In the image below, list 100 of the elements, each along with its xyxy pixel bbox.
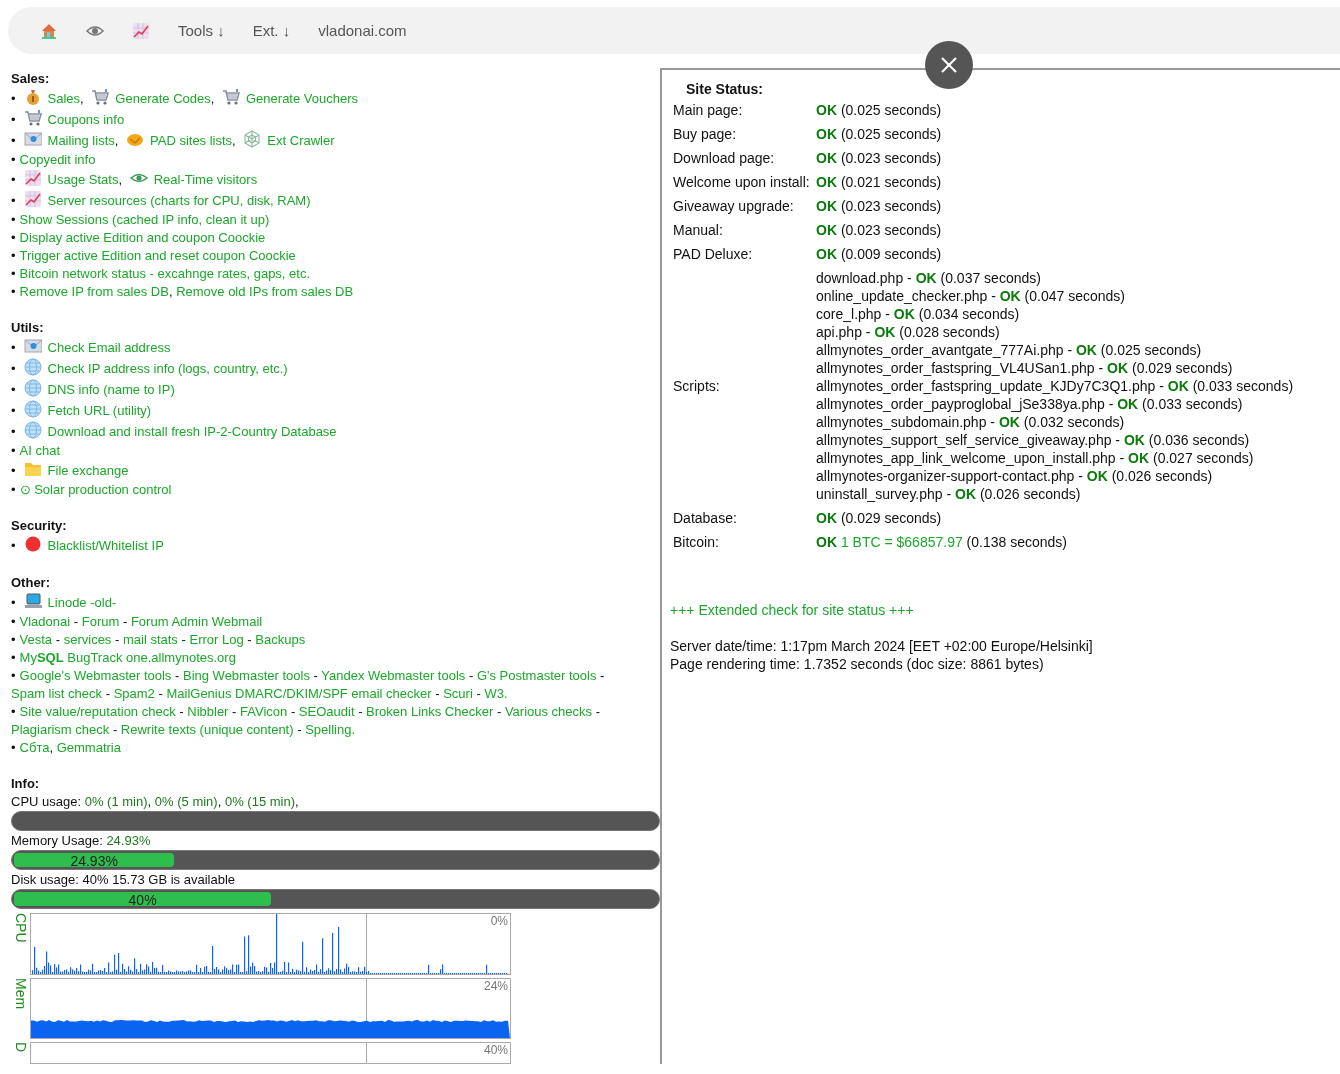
menu-link[interactable]: BugTrack xyxy=(67,650,123,665)
menu-link[interactable]: Spam list check xyxy=(11,686,103,701)
menu-link[interactable]: Vladonai xyxy=(19,614,71,629)
menu-link[interactable]: Generate Codes xyxy=(115,91,211,106)
menu-link[interactable]: Site value/reputation check xyxy=(19,704,176,719)
close-button[interactable] xyxy=(925,41,973,89)
script-name: online_update_checker.php xyxy=(816,288,988,304)
status-detail: (0.009 seconds) xyxy=(840,246,942,262)
menu-link[interactable]: Trigger active Edition and reset coupon Coockie xyxy=(19,248,296,263)
separator-text: - xyxy=(476,686,481,701)
separator-text: - xyxy=(1119,450,1125,466)
separator-text: - xyxy=(232,704,237,719)
menu-link[interactable]: Spelling. xyxy=(305,722,356,737)
separator-text: - xyxy=(105,686,110,701)
menu-link[interactable]: Server resources (charts for CPU, disk, RAM) xyxy=(47,193,311,208)
menu-link[interactable]: Remove old IPs from sales DB xyxy=(176,284,354,299)
house-icon[interactable] xyxy=(40,21,58,40)
menu-link[interactable]: Remove IP from sales DB xyxy=(19,284,169,299)
bullet: • xyxy=(11,133,16,148)
menu-link[interactable]: Google's Webmaster tools xyxy=(19,668,172,683)
menu-link[interactable]: Ext Crawler xyxy=(267,133,335,148)
menu-link[interactable]: ⊙ Solar production control xyxy=(19,482,172,497)
bullet: • xyxy=(11,668,16,683)
status-detail: (0.047 seconds) xyxy=(1024,288,1125,304)
status-detail: (0.025 seconds) xyxy=(1100,342,1202,358)
menu-link[interactable]: Coupons info xyxy=(47,112,125,127)
menu-link[interactable]: Scuri xyxy=(443,686,473,701)
bullet: • xyxy=(11,463,16,478)
status-ok: OK xyxy=(816,126,837,142)
separator-text: - xyxy=(358,704,363,719)
menu-link[interactable]: FAVicon xyxy=(240,704,288,719)
menu-link[interactable]: Mailing lists xyxy=(47,133,115,148)
menu-link[interactable]: Nibbler xyxy=(187,704,229,719)
status-ok: OK xyxy=(816,222,837,238)
menu-link[interactable]: W3. xyxy=(484,686,508,701)
status-label: Bitcoin: xyxy=(673,533,720,551)
menu-link[interactable]: Gemmatria xyxy=(56,740,121,755)
menu-link[interactable]: File exchange xyxy=(47,463,129,478)
menu-link[interactable]: Vesta xyxy=(19,632,53,647)
extended-check-link[interactable]: +++ Extended check for site status +++ xyxy=(670,602,914,618)
site-link[interactable]: vladonai.com xyxy=(318,21,407,40)
section-title: Other: xyxy=(11,574,51,592)
separator-text: , xyxy=(168,284,173,299)
spider-web-icon xyxy=(243,130,262,148)
menu-link[interactable]: Real-Time visitors xyxy=(153,172,258,187)
menu-link[interactable]: Generate Vouchers xyxy=(246,91,359,106)
menu-link[interactable]: services xyxy=(63,632,112,647)
dropdown-link[interactable]: Ext. ↓ xyxy=(252,21,291,40)
menu-link[interactable]: Plagiarism check xyxy=(11,722,110,737)
menu-link[interactable]: Linode -old- xyxy=(47,595,117,610)
chart-icon[interactable] xyxy=(132,21,150,40)
menu-link[interactable]: DNS info (name to IP) xyxy=(47,382,175,397)
menu-link[interactable]: G's Postmaster tools xyxy=(476,668,597,683)
menu-link[interactable]: Various checks xyxy=(504,704,593,719)
menu-link[interactable]: SEOaudit xyxy=(298,704,355,719)
envelope-icon xyxy=(23,337,42,355)
usage-value: 24.93% xyxy=(106,833,151,848)
menu-link[interactable]: Blacklist/Whitelist IP xyxy=(47,538,164,553)
separator-text: , xyxy=(232,133,236,148)
section-title: Info: xyxy=(11,775,41,793)
menu-link[interactable]: Download and install fresh IP-2-Country Database xyxy=(47,424,337,439)
status-detail: (0.037 seconds) xyxy=(940,270,1041,286)
menu-link[interactable]: one.allmynotes.org xyxy=(126,650,236,665)
menu-link[interactable]: Check IP address info (logs, country, etc.) xyxy=(47,361,288,376)
close-icon xyxy=(940,56,958,74)
menu-link[interactable]: Bing Webmaster tools xyxy=(182,668,310,683)
status-detail: (0.023 seconds) xyxy=(840,222,942,238)
menu-link[interactable]: AI chat xyxy=(19,443,61,458)
menu-link[interactable]: MySQL xyxy=(19,650,64,665)
menu-link[interactable]: Show Sessions (cached IP info, clean it up) xyxy=(19,212,270,227)
server-time-text: Server date/time: 1:17pm March 2024 [EET +02:00 Europe/Helsinki] xyxy=(670,637,1094,655)
status-detail: (0.028 seconds) xyxy=(899,324,1000,340)
menu-link[interactable]: MailGenius DMARC/DKIM/SPF email checker xyxy=(166,686,432,701)
chart-icon xyxy=(23,190,42,208)
menu-link[interactable]: Fetch URL (utility) xyxy=(47,403,152,418)
bullet: • xyxy=(11,538,16,553)
menu-link[interactable]: Forum Admin Webmail xyxy=(130,614,263,629)
menu-link[interactable]: mail stats xyxy=(122,632,178,647)
menu-link[interactable]: Forum xyxy=(81,614,120,629)
status-ok: OK xyxy=(816,150,837,166)
menu-link[interactable]: Display active Edition and coupon Coockie xyxy=(19,230,266,245)
menu-link[interactable]: Bitcoin network status - excahnge rates, gaps, etc. xyxy=(19,266,311,281)
status-ok: OK xyxy=(998,414,1020,430)
menu-link[interactable]: Broken Links Checker xyxy=(366,704,494,719)
graph-label: CPU xyxy=(12,913,30,945)
script-name: allmynotes_subdomain.php xyxy=(816,414,987,430)
menu-link[interactable]: Rewrite texts (unique content) xyxy=(120,722,294,737)
bullet: • xyxy=(11,266,16,281)
status-label: Welcome upon install: xyxy=(673,173,811,191)
dropdown-link[interactable]: Tools ↓ xyxy=(178,21,225,40)
status-ok: OK xyxy=(1117,396,1139,412)
bullet: • xyxy=(11,248,16,263)
menu-link[interactable]: Spam2 xyxy=(113,686,155,701)
menu-link[interactable]: Yandex Webmaster tools xyxy=(321,668,466,683)
menu-link[interactable]: Copyedit info xyxy=(19,152,96,167)
menu-link[interactable]: Error Log xyxy=(189,632,244,647)
status-detail: (0.138 seconds) xyxy=(966,534,1067,550)
menu-link[interactable]: Backups xyxy=(255,632,306,647)
menu-link[interactable]: Check Email address xyxy=(47,340,171,355)
graph-reading: 0% xyxy=(490,914,508,928)
